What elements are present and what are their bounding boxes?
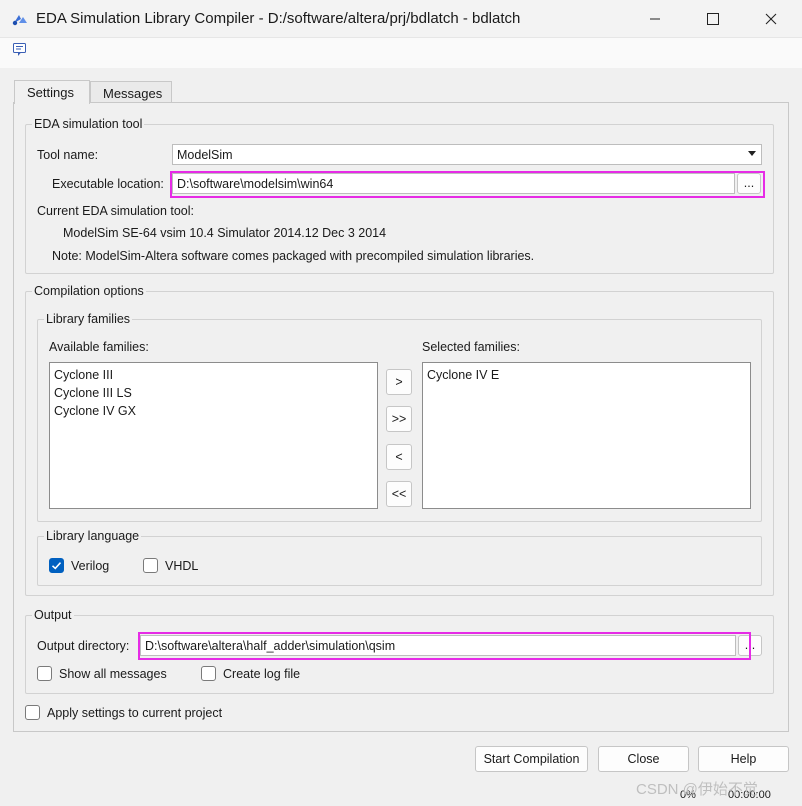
vhdl-label: VHDL [165,559,199,573]
minimize-button[interactable] [626,0,684,38]
remove-family-button[interactable]: < [386,444,412,470]
show-all-messages-label: Show all messages [59,667,167,681]
start-compilation-button[interactable]: Start Compilation [475,746,588,772]
show-all-messages-checkbox[interactable] [37,666,52,681]
chevron-down-icon [748,151,756,156]
verilog-label: Verilog [71,559,110,573]
list-item[interactable]: Cyclone III [54,366,373,384]
messages-icon[interactable] [12,42,28,61]
available-families-label: Available families: [49,340,149,354]
remove-all-families-button[interactable]: << [386,481,412,507]
apply-settings-label: Apply settings to current project [47,706,223,720]
modelsim-note: Note: ModelSim-Altera software comes pac… [52,249,535,263]
check-icon [51,562,62,570]
window-title: EDA Simulation Library Compiler - D:/sof… [36,10,521,27]
tab-messages[interactable]: Messages [90,81,172,103]
verilog-checkbox[interactable] [49,558,64,573]
apply-settings-checkbox[interactable] [25,705,40,720]
toolbar [0,38,802,68]
title-bar: EDA Simulation Library Compiler - D:/sof… [0,0,802,38]
exec-location-label: Executable location: [52,177,164,191]
tool-name-label: Tool name: [37,148,99,162]
help-button[interactable]: Help [698,746,789,772]
list-item[interactable]: Cyclone IV E [427,366,746,384]
add-all-families-button[interactable]: >> [386,406,412,432]
tool-name-combo[interactable]: ModelSim [172,144,762,165]
list-item[interactable]: Cyclone III LS [54,384,373,402]
output-dir-label: Output directory: [37,639,130,653]
tab-settings[interactable]: Settings [14,80,90,104]
create-log-label: Create log file [223,667,301,681]
output-dir-input[interactable]: D:\software\altera\half_adder\simulation… [140,635,736,656]
selected-families-label: Selected families: [422,340,520,354]
exec-browse-button[interactable]: ... [737,173,761,194]
create-log-checkbox[interactable] [201,666,216,681]
library-families-title: Library families [44,312,133,326]
close-window-button[interactable] [742,0,800,38]
compilation-options-title: Compilation options [32,284,146,298]
list-item[interactable]: Cyclone IV GX [54,402,373,420]
close-button[interactable]: Close [598,746,689,772]
selected-families-list[interactable]: Cyclone IV E [422,362,751,509]
available-families-list[interactable]: Cyclone III Cyclone III LS Cyclone IV GX [49,362,378,509]
tool-name-value: ModelSim [177,148,233,162]
library-language-title: Library language [44,529,142,543]
quartus-app-icon [11,11,29,27]
vhdl-checkbox[interactable] [143,558,158,573]
current-tool-value: ModelSim SE-64 vsim 10.4 Simulator 2014.… [63,226,387,240]
csdn-watermark: CSDN @伊始不觉 [636,781,758,798]
current-tool-label: Current EDA simulation tool: [37,204,195,218]
status-bar: 0% 00:00:00 CSDN @伊始不觉 [0,781,802,806]
eda-tool-group-title: EDA simulation tool [32,117,145,131]
add-family-button[interactable]: > [386,369,412,395]
exec-location-input[interactable]: D:\software\modelsim\win64 [172,173,735,194]
output-group-title: Output [32,608,74,622]
maximize-button[interactable] [684,0,742,38]
output-browse-button[interactable]: ... [738,635,762,656]
